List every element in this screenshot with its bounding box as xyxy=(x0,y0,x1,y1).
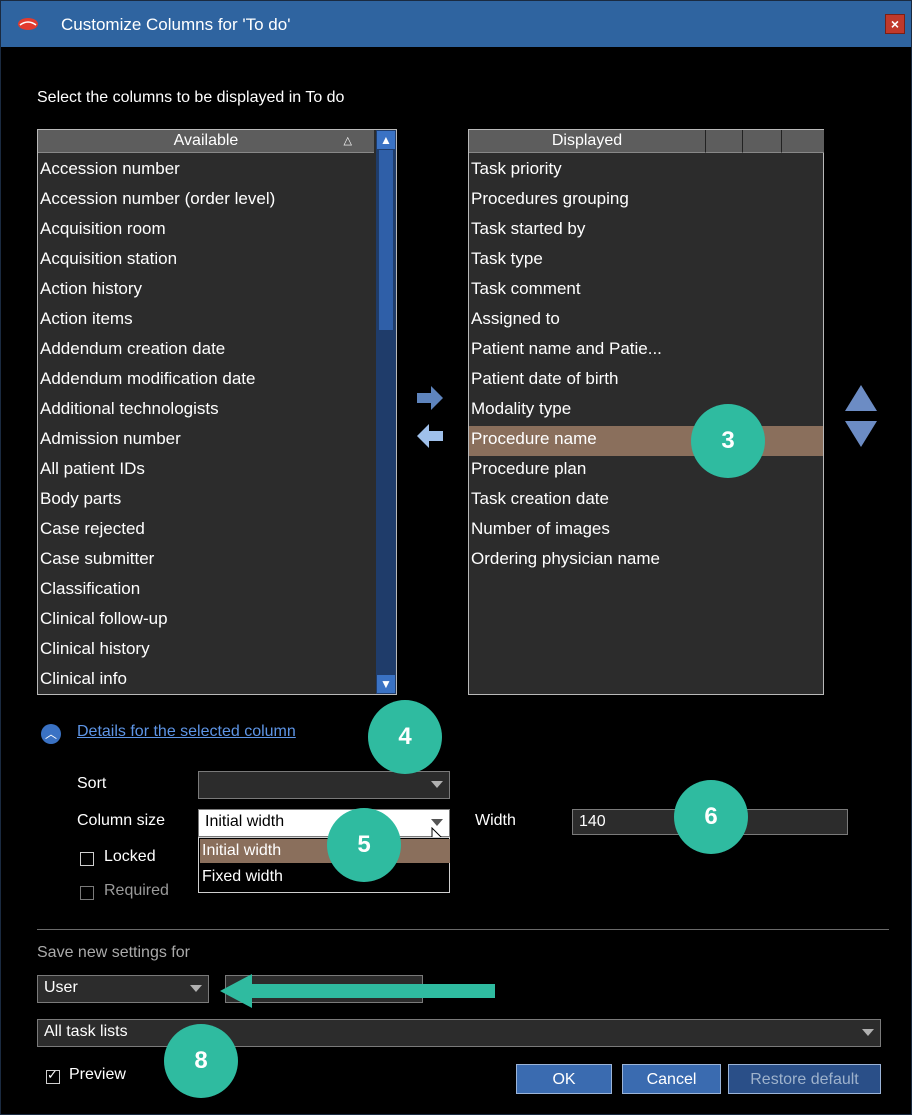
column-size-select[interactable]: Initial width xyxy=(198,809,450,837)
list-item[interactable]: Clinical info xyxy=(40,664,127,694)
dropdown-arrow-icon xyxy=(190,985,202,992)
list-item[interactable]: Procedure name xyxy=(471,424,597,454)
list-item[interactable]: Task started by xyxy=(471,214,585,244)
callout-arrow-icon xyxy=(220,974,495,1008)
locked-checkbox[interactable] xyxy=(80,852,94,866)
list-item[interactable]: Addendum creation date xyxy=(40,334,225,364)
annotation-badge-5: 5 xyxy=(327,808,401,882)
dropdown-arrow-icon xyxy=(862,1029,874,1036)
details-link[interactable]: Details for the selected column xyxy=(77,723,296,741)
remove-column-arrow-icon[interactable] xyxy=(415,421,445,451)
app-logo-icon xyxy=(18,18,38,30)
list-item[interactable]: Ordering physician name xyxy=(471,544,660,574)
instruction-text: Select the columns to be displayed in To… xyxy=(37,89,345,106)
annotation-badge-4: 4 xyxy=(368,700,442,774)
list-item[interactable]: Modality type xyxy=(471,394,571,424)
callout-text: Save for USER only! xyxy=(508,976,729,1003)
list-item[interactable]: Number of images xyxy=(471,514,610,544)
add-column-arrow-icon[interactable] xyxy=(415,383,445,413)
customize-columns-dialog: Customize Columns for 'To do' × Select t… xyxy=(0,0,912,1115)
move-up-icon[interactable] xyxy=(843,383,879,413)
list-item[interactable]: Procedures grouping xyxy=(471,184,629,214)
cancel-button[interactable]: Cancel xyxy=(622,1064,721,1094)
save-scope-select[interactable]: User xyxy=(37,975,209,1003)
displayed-header-extra-3 xyxy=(781,130,824,153)
restore-default-button: Restore default xyxy=(728,1064,881,1094)
preview-checkbox[interactable] xyxy=(46,1067,60,1084)
displayed-header-extra-2 xyxy=(742,130,781,153)
available-header[interactable]: Available △ xyxy=(38,130,374,153)
preview-label: Preview xyxy=(69,1066,126,1083)
list-item[interactable]: Acquisition room xyxy=(40,214,166,244)
list-item[interactable]: Clinical history xyxy=(40,634,150,664)
displayed-header-extra-1 xyxy=(705,130,742,153)
displayed-header[interactable]: Displayed xyxy=(469,130,705,153)
sort-indicator-icon: △ xyxy=(343,135,352,147)
width-label: Width xyxy=(475,812,516,829)
list-item[interactable]: Assigned to xyxy=(471,304,560,334)
list-item[interactable]: Patient name and Patie... xyxy=(471,334,662,364)
list-item[interactable]: Task priority xyxy=(471,154,562,184)
list-item[interactable]: Task type xyxy=(471,244,543,274)
scroll-thumb[interactable] xyxy=(379,150,393,330)
move-down-icon[interactable] xyxy=(843,419,879,449)
separator xyxy=(37,929,889,930)
option-initial-width[interactable]: Initial width xyxy=(200,839,450,863)
dropdown-arrow-icon xyxy=(431,819,443,826)
locked-label: Locked xyxy=(104,848,156,865)
list-item[interactable]: Action history xyxy=(40,274,142,304)
column-size-label: Column size xyxy=(77,812,166,829)
column-size-dropdown[interactable]: Initial width Fixed width xyxy=(198,837,450,893)
save-settings-label: Save new settings for xyxy=(37,944,190,961)
list-item[interactable]: Body parts xyxy=(40,484,121,514)
required-checkbox xyxy=(80,886,94,900)
sort-select[interactable] xyxy=(198,771,450,799)
list-item[interactable]: Action items xyxy=(40,304,133,334)
close-button[interactable]: × xyxy=(885,14,905,34)
collapse-chevron-icon[interactable]: ︿ xyxy=(41,724,61,744)
available-list[interactable]: Available △ Accession number Accession nu… xyxy=(37,129,397,695)
scroll-down-icon[interactable]: ▼ xyxy=(377,675,395,693)
list-item[interactable]: Additional technologists xyxy=(40,394,219,424)
dialog-title: Customize Columns for 'To do' xyxy=(61,15,291,34)
list-item[interactable]: Accession number (order level) xyxy=(40,184,275,214)
list-item[interactable]: Case submitter xyxy=(40,544,154,574)
scroll-up-icon[interactable]: ▲ xyxy=(377,131,395,149)
ok-button[interactable]: OK xyxy=(516,1064,612,1094)
sort-label: Sort xyxy=(77,775,107,792)
list-item[interactable]: Acquisition station xyxy=(40,244,177,274)
list-item[interactable]: Task creation date xyxy=(471,484,609,514)
available-scrollbar[interactable]: ▲ ▼ xyxy=(376,130,396,694)
annotation-badge-8: 8 xyxy=(164,1024,238,1098)
required-label: Required xyxy=(104,882,169,899)
list-item[interactable]: Task comment xyxy=(471,274,581,304)
annotation-badge-6: 6 xyxy=(674,780,748,854)
list-item[interactable]: Procedure plan xyxy=(471,454,586,484)
dropdown-arrow-icon xyxy=(431,781,443,788)
list-item[interactable]: Case rejected xyxy=(40,514,145,544)
list-item[interactable]: Accession number xyxy=(40,154,180,184)
list-item[interactable]: Classification xyxy=(40,574,140,604)
list-item[interactable]: Addendum modification date xyxy=(40,364,255,394)
list-item[interactable]: All patient IDs xyxy=(40,454,145,484)
task-lists-select[interactable]: All task lists xyxy=(37,1019,881,1047)
displayed-list[interactable]: Displayed Task priority Procedures groupi… xyxy=(468,129,824,695)
list-item[interactable]: Patient date of birth xyxy=(471,364,618,394)
list-item[interactable]: Clinical follow-up xyxy=(40,604,168,634)
annotation-badge-3: 3 xyxy=(691,404,765,478)
option-fixed-width[interactable]: Fixed width xyxy=(202,865,283,889)
list-item[interactable]: Admission number xyxy=(40,424,181,454)
title-bar: Customize Columns for 'To do' × xyxy=(1,1,911,47)
